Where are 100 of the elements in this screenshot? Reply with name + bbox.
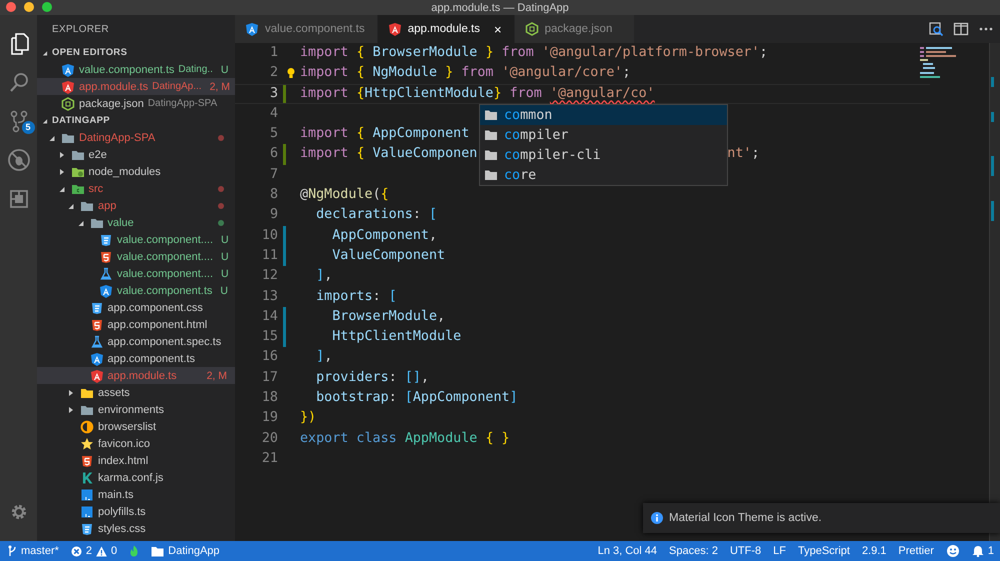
tree-item[interactable]: value.component.... U xyxy=(37,265,235,282)
suggestion-item[interactable]: compiler xyxy=(480,125,727,145)
code-token: declarations xyxy=(315,207,413,222)
workspace-item[interactable]: DatingApp xyxy=(151,545,220,557)
split-editor-icon[interactable] xyxy=(953,21,969,37)
code-token: from xyxy=(502,45,535,60)
code-token: BrowserModule xyxy=(331,308,438,324)
problems-item[interactable]: 2 0 xyxy=(70,545,118,557)
tree-item[interactable]: main.ts xyxy=(37,486,235,503)
open-preview-icon[interactable] xyxy=(928,21,944,37)
file-name: node_modules xyxy=(88,166,161,178)
status-item[interactable]: UTF-8 xyxy=(730,545,762,557)
flask-icon xyxy=(90,334,104,348)
tree-item[interactable]: polyfills.ts xyxy=(37,503,235,520)
code-token: from xyxy=(510,86,543,101)
code-token: }) xyxy=(300,410,316,426)
line-number: 11 xyxy=(260,246,278,265)
tree-item[interactable]: app.component.spec.ts xyxy=(37,333,235,350)
folder-icon xyxy=(484,129,498,141)
tree-item[interactable]: favicon.ico xyxy=(37,435,235,452)
smiley-icon[interactable] xyxy=(946,544,960,558)
angular-icon xyxy=(61,62,75,76)
file-name: e2e xyxy=(88,148,107,160)
tree-item[interactable]: styles.css xyxy=(37,520,235,537)
status-item[interactable]: Ln 3, Col 44 xyxy=(598,545,658,557)
tree-item[interactable]: app.component.html xyxy=(37,316,235,333)
no-bug-icon[interactable] xyxy=(6,148,30,172)
git-status: U xyxy=(221,234,229,246)
lightbulb-icon[interactable] xyxy=(286,67,296,80)
warning-icon xyxy=(96,546,108,556)
status-item[interactable]: LF xyxy=(773,545,786,557)
status-item[interactable]: TypeScript xyxy=(798,545,850,557)
tree-item[interactable]: karma.conf.js xyxy=(37,469,235,486)
file-name: DatingApp-SPA xyxy=(79,132,156,144)
tree-item[interactable]: package.json DatingApp-SPA xyxy=(37,95,235,112)
tree-item[interactable]: index.html xyxy=(37,452,235,469)
status-item[interactable]: Prettier xyxy=(898,545,934,557)
tree-item[interactable]: app xyxy=(37,197,235,214)
status-item[interactable]: Spaces: 2 xyxy=(669,545,718,557)
code-token: { xyxy=(356,126,366,142)
editor-tab[interactable]: package.json xyxy=(514,15,635,43)
git-status: U xyxy=(220,64,228,76)
tree-item[interactable]: value xyxy=(37,214,235,231)
tree-item[interactable]: src xyxy=(37,180,235,197)
code-token: @ xyxy=(300,187,308,202)
tree-item[interactable]: value.component.... U xyxy=(37,231,235,248)
code-token: import xyxy=(300,146,350,162)
suggestion-item[interactable]: common xyxy=(480,105,727,125)
code-token: , xyxy=(324,349,332,364)
status-dot xyxy=(218,134,224,140)
tree-item[interactable]: value.component.ts U xyxy=(37,282,235,299)
suggestion-item[interactable]: core xyxy=(480,165,727,185)
tree-item[interactable]: node_modules xyxy=(37,163,235,180)
tree-item[interactable]: value.component.... U xyxy=(37,248,235,265)
tree-item[interactable]: DatingApp-SPA xyxy=(37,129,235,146)
window-zoom-button[interactable] xyxy=(42,2,52,12)
code-token: ; xyxy=(760,45,768,60)
editor-tab[interactable]: value.component.ts xyxy=(235,15,378,43)
line-number: 9 xyxy=(268,206,278,224)
tree-item[interactable]: browserslist xyxy=(37,418,235,435)
tree-item[interactable]: environments xyxy=(37,401,235,418)
branch-item[interactable]: master* xyxy=(8,545,59,557)
ts-file-icon xyxy=(80,488,94,502)
close-button[interactable]: × xyxy=(494,22,502,36)
file-name: value xyxy=(108,216,134,228)
file-name: polyfills.ts xyxy=(98,506,146,518)
file-name: value.component.... xyxy=(117,234,214,246)
code-token: bootstrap xyxy=(315,390,389,406)
tree-item[interactable]: e2e xyxy=(37,146,235,163)
count-badge: 5 xyxy=(22,121,34,134)
editor-tab[interactable]: app.module.ts × xyxy=(378,15,515,43)
file-name: value.component.ts xyxy=(117,284,212,296)
code-token: , xyxy=(429,228,438,243)
warning-count: 0 xyxy=(111,545,118,557)
code-token: : xyxy=(388,390,398,406)
suggestion-item[interactable]: compiler-cli xyxy=(480,145,727,165)
flame-icon[interactable] xyxy=(129,545,140,557)
tree-item[interactable]: app.component.ts xyxy=(37,350,235,367)
line-number: 10 xyxy=(260,226,278,245)
file-name: index.html xyxy=(98,454,148,466)
code-token: providers xyxy=(315,370,389,385)
section-title: OPEN EDITORS xyxy=(52,47,128,58)
window-close-button[interactable] xyxy=(6,2,16,12)
git-status: U xyxy=(221,268,229,280)
line-number: 3 xyxy=(268,84,278,103)
flask-icon xyxy=(99,266,113,280)
tree-item[interactable]: assets xyxy=(37,384,235,401)
code-token: , xyxy=(324,268,332,284)
tree-item[interactable]: value.component.ts Dating.. U xyxy=(37,61,235,78)
status-dot xyxy=(218,186,224,192)
scrollbar[interactable] xyxy=(989,43,1000,541)
folder-description: DatingAp... xyxy=(152,81,202,92)
line-number: 21 xyxy=(260,450,278,468)
status-item[interactable]: 2.9.1 xyxy=(862,545,886,557)
line-number: 6 xyxy=(268,145,278,164)
window-minimize-button[interactable] xyxy=(24,2,34,12)
notifications-item[interactable]: 1 xyxy=(972,545,994,557)
tree-item[interactable]: app.component.css xyxy=(37,299,235,316)
file-name: browserslist xyxy=(98,420,156,432)
angular-icon xyxy=(61,80,75,94)
